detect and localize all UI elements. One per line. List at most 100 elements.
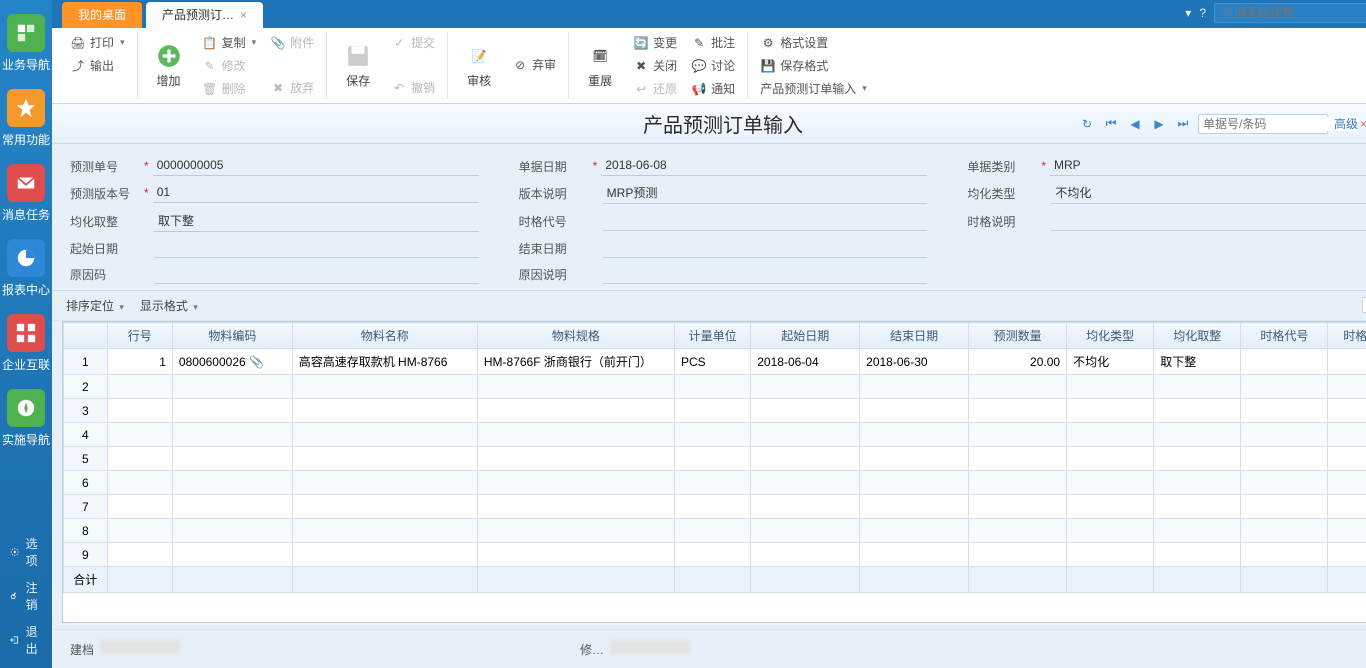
col-header[interactable]: 预测数量 [969,323,1067,349]
order-date-field[interactable]: 2018-06-08 [601,156,927,176]
notify-button[interactable]: 📢通知 [687,78,739,99]
format-settings-button[interactable]: ⚙格式设置 [756,32,871,53]
ribbon-toolbar: 🖨打印▾ ⤴输出 增加 📋复制▾ ✎修改 🗑删除 📎附件 ✖放弃 [52,28,1366,104]
edit-button[interactable]: ✎修改 [198,55,261,76]
discard-button[interactable]: ✖放弃 [266,77,318,98]
close-icon[interactable]: × [240,8,247,22]
delete-button[interactable]: 🗑删除 [198,78,261,99]
col-header[interactable]: 物料规格 [477,323,674,349]
sidebar-exit[interactable]: 退出 [0,618,52,662]
sidebar-options[interactable]: 选项 [0,530,52,574]
attach-button[interactable]: 📎附件 [266,32,318,53]
sidebar-item-connect[interactable]: 企业互联 [0,308,52,383]
version-desc-field[interactable]: MRP预测 [603,182,928,204]
next-icon[interactable]: ▶ [1150,115,1168,133]
expand-icon[interactable]: ⤢ [1362,297,1366,313]
reasondesc-label: 原因说明 [519,266,589,283]
chevron-down-icon[interactable]: ▾ [1185,6,1191,20]
top-tabs: 我的桌面 产品预测订…× ▾ ? [52,0,1366,28]
col-header[interactable]: 计量单位 [675,323,751,349]
prev-icon[interactable]: ◀ [1126,115,1144,133]
version-desc-label: 版本说明 [519,185,589,202]
barcode-search[interactable] [1214,3,1366,23]
enddate-field[interactable] [603,238,928,258]
table-row[interactable]: 6 [64,471,1366,495]
copy-button[interactable]: 📋复制▾ [198,32,261,53]
save-button[interactable]: 保存 [335,32,381,99]
submit-button[interactable]: ✓提交 [387,32,439,53]
sidebar-label: 业务导航 [0,56,52,73]
sidebar-label: 消息任务 [0,206,52,223]
table-row[interactable]: 7 [64,495,1366,519]
doc-type-field[interactable]: MRP [1050,156,1366,176]
annotate-button[interactable]: ✎批注 [687,32,739,53]
export-button[interactable]: ⤴输出 [66,55,129,76]
first-icon[interactable]: ⏮ [1102,115,1120,133]
sidebar-label: 实施导航 [0,431,52,448]
data-grid[interactable]: 行号物料编码物料名称物料规格计量单位起始日期结束日期预测数量均化类型均化取整时格… [62,321,1366,623]
round-field[interactable]: 取下整 [154,210,479,232]
tab-forecast-order[interactable]: 产品预测订…× [146,2,263,28]
table-row[interactable]: 110800600026 📎高容高速存取款机 HM-8766HM-8766F 浙… [64,349,1366,375]
griddesc-field[interactable] [1051,211,1366,231]
grid-controls: 排序定位 ▾ 显示格式 ▾ ⤢ [52,291,1366,321]
change-button[interactable]: 🔄变更 [629,32,681,53]
sidebar-item-messages[interactable]: 消息任务 [0,158,52,233]
format-save-button[interactable]: 💾保存格式 [756,55,871,76]
attachment-icon[interactable]: 📎 [249,355,264,369]
col-header[interactable]: 行号 [107,323,172,349]
display-format-button[interactable]: 显示格式 ▾ [140,297,198,314]
order-no-field[interactable]: 0000000005 [153,156,479,176]
reasoncode-field[interactable] [154,264,479,284]
last-icon[interactable]: ⏭ [1174,115,1192,133]
col-header[interactable]: 均化类型 [1067,323,1154,349]
left-sidebar: 业务导航 常用功能 消息任务 报表中心 企业互联 实施导航 选项 注销 退出 [0,0,52,668]
table-row[interactable]: 3 [64,399,1366,423]
sidebar-item-impl[interactable]: 实施导航 [0,383,52,458]
creator-value [100,640,180,654]
col-header[interactable]: 结束日期 [860,323,969,349]
reshow-button[interactable]: 🗓 重展 [577,32,623,99]
doc-search[interactable]: × [1198,114,1328,134]
barcode-search-input[interactable] [1222,6,1366,20]
sort-button[interactable]: 排序定位 ▾ [66,297,124,314]
add-button[interactable]: 增加 [146,32,192,99]
close-button[interactable]: ✖关闭 [629,55,681,76]
gridcode-field[interactable] [603,211,928,231]
col-header[interactable]: 物料名称 [292,323,477,349]
col-header[interactable]: 物料编码 [172,323,292,349]
col-header[interactable]: 时格 [1328,323,1366,349]
avg-type-field[interactable]: 不均化 [1051,182,1366,204]
startdate-field[interactable] [154,238,479,258]
col-header[interactable]: 起始日期 [751,323,860,349]
col-header[interactable]: 时格代号 [1241,323,1328,349]
advanced-link[interactable]: 高级 [1334,115,1358,132]
refresh-icon[interactable]: ↻ [1078,115,1096,133]
undo-button[interactable]: ↶撤销 [387,77,439,98]
table-row[interactable]: 9 [64,543,1366,567]
discuss-button[interactable]: 💬讨论 [687,55,739,76]
creator-label: 建档 [70,643,94,657]
sidebar-item-biznav[interactable]: 业务导航 [0,8,52,83]
print-button[interactable]: 🖨打印▾ [66,32,129,53]
sidebar-item-common[interactable]: 常用功能 [0,83,52,158]
footer: 建档 修… [52,629,1366,668]
abandon-audit-button[interactable]: ⊘弃审 [508,54,560,75]
reasondesc-field[interactable] [603,264,928,284]
sidebar-item-reports[interactable]: 报表中心 [0,233,52,308]
table-row[interactable]: 5 [64,447,1366,471]
version-no-label: 预测版本号 [70,185,140,202]
format-input-dropdown[interactable]: 产品预测订单输入▾ [756,78,871,99]
audit-button[interactable]: 📝 审核 [456,32,502,99]
table-row[interactable]: 8 [64,519,1366,543]
return-button[interactable]: ↩还原 [629,78,681,99]
version-no-field[interactable]: 01 [153,183,479,203]
table-row[interactable]: 2 [64,375,1366,399]
col-header[interactable]: 均化取整 [1154,323,1241,349]
tab-desktop[interactable]: 我的桌面 [62,2,142,28]
sidebar-logout[interactable]: 注销 [0,574,52,618]
help-icon[interactable]: ? [1199,6,1206,20]
table-row[interactable]: 4 [64,423,1366,447]
sidebar-label: 常用功能 [0,131,52,148]
main-area: 我的桌面 产品预测订…× ▾ ? 🖨打印▾ ⤴输出 [52,0,1366,668]
